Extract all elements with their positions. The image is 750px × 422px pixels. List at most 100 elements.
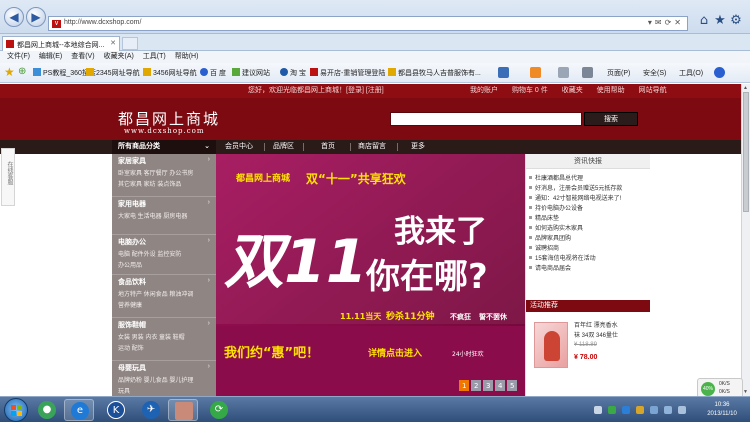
tab-active[interactable]: 都昌网上商城--本地综合网... ✕ (2, 36, 120, 51)
menu-view[interactable]: 查看(V) (71, 51, 94, 63)
category-links[interactable]: 地方特产 休闲食品 粮油冲调 (118, 289, 193, 298)
news-item[interactable]: 好消息，注册会员赠送5元抵存款 (529, 183, 647, 192)
taskbar-360[interactable]: ⟳ (204, 399, 234, 421)
category-furniture[interactable]: 家居家具 › 卧室家具 客厅餐厅 办公书房 其它家具 家纺 装点饰品 (112, 154, 216, 197)
url-tools-icon[interactable]: ▾✉⟳✕ (648, 18, 684, 27)
category-links[interactable]: 电脑 配件外设 监控安防 (118, 249, 181, 258)
keyboard-icon[interactable] (594, 406, 602, 414)
category-links[interactable]: 其它家具 家纺 装点饰品 (118, 179, 181, 188)
category-links[interactable]: 玩具 (118, 386, 130, 395)
taskbar-kugou[interactable]: K (101, 399, 131, 421)
menu-tools[interactable]: 工具(T) (143, 51, 166, 63)
safety-menu[interactable]: 安全(S) (643, 68, 666, 78)
taskbar-ie[interactable]: e (64, 399, 94, 421)
fav-muma[interactable]: 都昌县牧马人吉普服饰有... (388, 68, 481, 78)
taskbar-games-app[interactable]: ● (32, 399, 62, 421)
news-item[interactable]: 如何选购实木家具 (529, 223, 647, 232)
menu-favorites[interactable]: 收藏夹(A) (104, 51, 134, 63)
home-page-icon[interactable] (498, 67, 509, 78)
im-tray-icon[interactable] (622, 406, 630, 414)
volume-icon[interactable] (678, 406, 686, 414)
taskbar-aliwangwang[interactable]: ✈ (136, 399, 166, 421)
favorites-star-icon[interactable]: ★ (4, 65, 15, 79)
my-account-link[interactable]: 我的账户 (470, 87, 498, 94)
search-button[interactable]: 搜索 (584, 112, 638, 126)
add-favorite-icon[interactable]: ⊕ (18, 66, 26, 77)
category-apparel[interactable]: 服饰鞋帽 › 女装 男装 内衣 童装 鞋帽 运动 配饰 (112, 318, 216, 361)
category-links[interactable]: 办公用品 (118, 260, 142, 269)
fav-taobao[interactable]: 淘 宝 (280, 68, 306, 78)
promo-banner[interactable]: 都昌网上商城 双“十一”共享狂欢 双11 我来了 你在哪? 11.11当天 秒杀… (216, 154, 525, 396)
category-computers[interactable]: 电脑办公 › 电脑 配件外设 监控安防 办公用品 (112, 235, 216, 275)
welcome-text[interactable]: 您好，欢迎光临都昌网上商城！[登录] [注册] (248, 84, 384, 98)
settings-gear-icon[interactable]: ⚙ (728, 13, 744, 28)
promo-name-line1[interactable]: 百年红 漂亮香水 (574, 320, 618, 329)
online-service-float[interactable]: 在线客服 (1, 148, 15, 206)
fav-yikaidian[interactable]: 易开店-重销管理登陆 (310, 68, 385, 78)
nav-member-center[interactable]: 会员中心 (225, 140, 253, 154)
favorites-star-icon[interactable]: ★ (712, 13, 728, 28)
nav-more[interactable]: 更多 (411, 140, 425, 154)
category-links[interactable]: 卧室家具 客厅餐厅 办公书房 (118, 168, 193, 177)
fav-suggested[interactable]: 建议网站 (232, 68, 270, 78)
start-button[interactable] (4, 398, 28, 422)
favorites-link[interactable]: 收藏夹 (562, 87, 583, 94)
category-links[interactable]: 运动 配饰 (118, 343, 144, 352)
back-icon[interactable]: ◀ (4, 7, 24, 27)
nav-home[interactable]: 首页 (321, 140, 335, 154)
security-shield-icon[interactable] (608, 406, 616, 414)
news-item[interactable]: 诚聘招商 (529, 243, 647, 252)
flag-icon[interactable] (650, 406, 658, 414)
scroll-up-icon[interactable]: ▲ (743, 85, 749, 91)
url-input[interactable]: V http://www.dcxshop.com/ ▾✉⟳✕ (48, 16, 688, 31)
news-item[interactable]: 精品床垫 (529, 213, 647, 222)
news-item[interactable]: 品牌家具团购 (529, 233, 647, 242)
taskbar-photo-viewer[interactable] (168, 399, 198, 421)
page-scrollbar[interactable]: ▲ ▼ (741, 84, 750, 396)
category-appliances[interactable]: 家用电器 › 大家电 生活电器 厨房电器 (112, 197, 216, 235)
mail-icon[interactable] (558, 67, 569, 78)
news-item[interactable]: 通知：42寸智能网络电视送来了! (529, 193, 647, 202)
forward-icon[interactable]: ▶ (26, 7, 46, 27)
fav-3456[interactable]: 3456网址导航 (143, 68, 197, 78)
notify-icon[interactable] (636, 406, 644, 414)
help-link[interactable]: 使用帮助 (597, 87, 625, 94)
nav-brand-zone[interactable]: 品牌区 (273, 140, 294, 154)
tools-menu[interactable]: 工具(O) (679, 68, 703, 78)
site-logo-title[interactable]: 都昌网上商城 (118, 108, 220, 129)
rss-feed-icon[interactable] (530, 67, 541, 78)
home-icon[interactable]: ⌂ (696, 13, 712, 28)
network-icon[interactable] (664, 406, 672, 414)
new-tab-button[interactable] (122, 37, 138, 50)
category-links[interactable]: 营养健康 (118, 300, 142, 309)
help-icon[interactable] (714, 67, 725, 78)
category-links[interactable]: 大家电 生活电器 厨房电器 (118, 211, 187, 220)
print-icon[interactable] (582, 67, 593, 78)
promo-name-line2[interactable]: 袜 34双 346量仕 (574, 330, 618, 339)
all-categories-title[interactable]: 所有商品分类 ⌄ (112, 140, 216, 154)
category-links[interactable]: 品牌奶粉 婴儿食品 婴儿护理 (118, 375, 193, 384)
fav-2345[interactable]: 2345网址导航 (86, 68, 140, 78)
page-menu[interactable]: 页面(P) (607, 68, 630, 78)
news-item[interactable]: 持价电脑办公设备 (529, 203, 647, 212)
scroll-thumb[interactable] (743, 92, 749, 212)
category-baby-toys[interactable]: 母婴玩具 › 品牌奶粉 婴儿食品 婴儿护理 玩具 (112, 361, 216, 396)
category-links[interactable]: 女装 男装 内衣 童装 鞋帽 (118, 332, 185, 341)
menu-help[interactable]: 帮助(H) (175, 51, 199, 63)
cart-link[interactable]: 购物车 0 件 (512, 87, 548, 94)
search-input[interactable] (390, 112, 582, 126)
scroll-down-icon[interactable]: ▼ (743, 389, 749, 395)
banner-cta[interactable]: 详情点击进入 (368, 347, 422, 359)
fav-baidu[interactable]: 百 度 (200, 68, 226, 78)
site-nav-link[interactable]: 网站导航 (639, 87, 667, 94)
menu-file[interactable]: 文件(F) (7, 51, 30, 63)
nav-store-message[interactable]: 商店留言 (358, 140, 386, 154)
news-item[interactable]: 请电商品届会 (529, 263, 647, 272)
network-speed-widget[interactable]: 40% 0K/S 0K/S (697, 378, 743, 398)
news-item[interactable]: 杜康酒都昌总代理 (529, 173, 647, 182)
menu-edit[interactable]: 编辑(E) (39, 51, 62, 63)
system-clock[interactable]: 10:36 2013/11/10 (700, 401, 744, 419)
close-tab-icon[interactable]: ✕ (110, 39, 116, 47)
promo-product-image[interactable] (534, 322, 568, 368)
category-food[interactable]: 食品饮料 › 地方特产 休闲食品 粮油冲调 营养健康 (112, 275, 216, 318)
